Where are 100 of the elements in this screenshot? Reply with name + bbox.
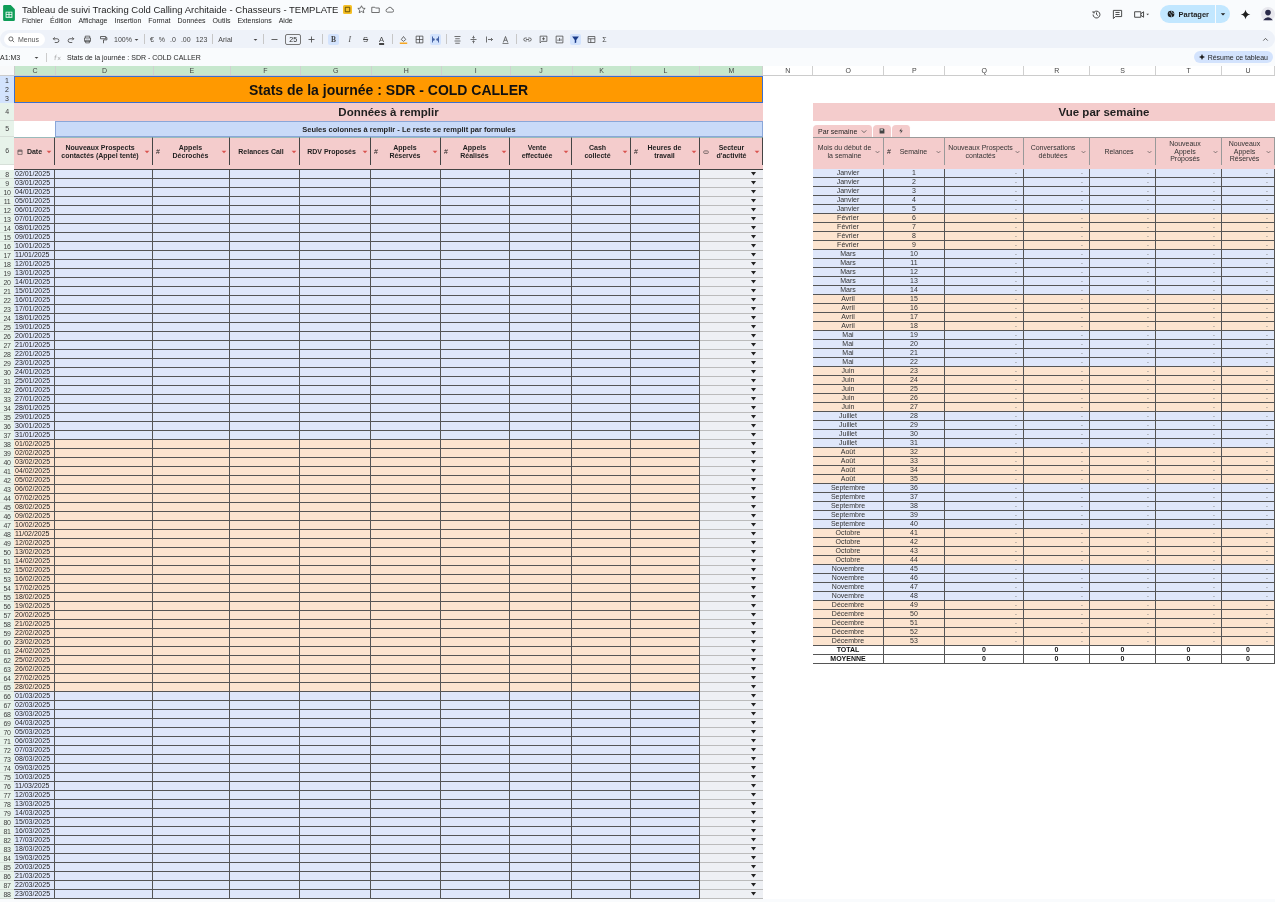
folder-icon[interactable] <box>371 4 381 14</box>
dropdown-cell[interactable] <box>700 584 763 593</box>
dropdown-cell[interactable] <box>700 647 763 656</box>
fill-color-icon[interactable] <box>398 33 410 45</box>
dropdown-cell[interactable] <box>700 710 763 719</box>
dropdown-cell[interactable] <box>700 476 763 485</box>
dropdown-cell[interactable] <box>700 818 763 827</box>
dropdown-cell[interactable] <box>700 332 763 341</box>
dropdown-cell[interactable] <box>700 620 763 629</box>
video-icon[interactable] <box>1132 8 1150 20</box>
dropdown-cell[interactable] <box>700 350 763 359</box>
chevron-icon[interactable] <box>936 149 941 154</box>
dropdown-cell[interactable] <box>700 683 763 692</box>
sparkle-icon[interactable] <box>1240 8 1251 20</box>
vertical-align-icon[interactable] <box>468 33 480 45</box>
filter-icon[interactable] <box>570 33 582 45</box>
dropdown-cell[interactable] <box>700 791 763 800</box>
dropdown-cell[interactable] <box>700 701 763 710</box>
dropdown-cell[interactable] <box>700 521 763 530</box>
dropdown-cell[interactable] <box>700 386 763 395</box>
dropdown-cell[interactable] <box>700 863 763 872</box>
dropdown-cell[interactable] <box>700 503 763 512</box>
dropdown-cell[interactable] <box>700 377 763 386</box>
dropdown-cell[interactable] <box>700 170 763 179</box>
chart-icon[interactable] <box>554 33 566 45</box>
dropdown-cell[interactable] <box>700 881 763 890</box>
dropdown-cell[interactable] <box>700 179 763 188</box>
lightning-icon[interactable] <box>898 128 905 134</box>
print-icon[interactable] <box>82 33 93 45</box>
dropdown-cell[interactable] <box>700 233 763 242</box>
dropdown-cell[interactable] <box>700 458 763 467</box>
chevron-icon[interactable] <box>1081 149 1086 154</box>
dropdown-cell[interactable] <box>700 359 763 368</box>
sheets-logo-icon[interactable] <box>3 5 15 21</box>
dropdown-cell[interactable] <box>700 854 763 863</box>
dropdown-cell[interactable] <box>700 305 763 314</box>
dropdown-cell[interactable] <box>700 557 763 566</box>
chevron-icon[interactable] <box>1147 149 1152 154</box>
dropdown-cell[interactable] <box>700 593 763 602</box>
document-title[interactable]: Tableau de suivi Tracking Cold Calling Architaide - Chasseurs - TEMPLATE <box>22 3 339 15</box>
paint-format-icon[interactable] <box>98 33 109 45</box>
dropdown-cell[interactable] <box>700 764 763 773</box>
dropdown-cell[interactable] <box>700 413 763 422</box>
dropdown-cell[interactable] <box>700 188 763 197</box>
dropdown-cell[interactable] <box>700 215 763 224</box>
dropdown-cell[interactable] <box>700 782 763 791</box>
dropdown-cell[interactable] <box>700 548 763 557</box>
star-icon[interactable] <box>357 4 367 14</box>
dropdown-cell[interactable] <box>700 737 763 746</box>
dropdown-cell[interactable] <box>700 530 763 539</box>
dropdown-cell[interactable] <box>700 224 763 233</box>
merge-icon[interactable] <box>430 33 442 45</box>
dropdown-cell[interactable] <box>700 809 763 818</box>
dropdown-cell[interactable] <box>700 656 763 665</box>
dropdown-cell[interactable] <box>700 755 763 764</box>
dropdown-cell[interactable] <box>700 539 763 548</box>
dropdown-cell[interactable] <box>700 323 763 332</box>
dropdown-cell[interactable] <box>700 467 763 476</box>
table-views-icon[interactable] <box>586 33 598 45</box>
history-icon[interactable] <box>1090 8 1102 20</box>
dropdown-cell[interactable] <box>700 314 763 323</box>
cloud-icon[interactable] <box>385 4 395 14</box>
dropdown-cell[interactable] <box>700 278 763 287</box>
dropdown-cell[interactable] <box>700 251 763 260</box>
comment-add-icon[interactable] <box>538 33 550 45</box>
dropdown-cell[interactable] <box>700 728 763 737</box>
dropdown-cell[interactable] <box>700 827 763 836</box>
borders-icon[interactable] <box>414 33 426 45</box>
dropdown-cell[interactable] <box>700 872 763 881</box>
dropdown-cell[interactable] <box>700 773 763 782</box>
chevron-icon[interactable] <box>875 149 880 154</box>
dropdown-cell[interactable] <box>700 512 763 521</box>
dropdown-cell[interactable] <box>700 269 763 278</box>
caret-icon[interactable] <box>1220 11 1226 17</box>
comment-icon[interactable] <box>1111 8 1123 20</box>
dropdown-cell[interactable] <box>700 287 763 296</box>
dropdown-cell[interactable] <box>700 629 763 638</box>
align-icon[interactable] <box>452 33 464 45</box>
dropdown-cell[interactable] <box>700 395 763 404</box>
dropdown-cell[interactable] <box>700 746 763 755</box>
dropdown-cell[interactable] <box>700 431 763 440</box>
dropdown-cell[interactable] <box>700 611 763 620</box>
dropdown-cell[interactable] <box>700 719 763 728</box>
dropdown-cell[interactable] <box>700 440 763 449</box>
chevron-icon[interactable] <box>1015 149 1020 154</box>
dropdown-cell[interactable] <box>700 422 763 431</box>
dropdown-cell[interactable] <box>700 692 763 701</box>
dropdown-cell[interactable] <box>700 602 763 611</box>
dropdown-cell[interactable] <box>700 575 763 584</box>
dropdown-cell[interactable] <box>700 341 763 350</box>
caret-icon[interactable] <box>34 54 39 60</box>
dropdown-cell[interactable] <box>700 296 763 305</box>
dropdown-cell[interactable] <box>700 206 763 215</box>
dropdown-cell[interactable] <box>700 638 763 647</box>
dropdown-cell[interactable] <box>700 368 763 377</box>
dropdown-cell[interactable] <box>700 674 763 683</box>
dropdown-cell[interactable] <box>700 404 763 413</box>
save-icon[interactable] <box>879 128 886 134</box>
badge-icon[interactable] <box>343 4 353 14</box>
text-rotation-icon[interactable] <box>500 33 512 45</box>
